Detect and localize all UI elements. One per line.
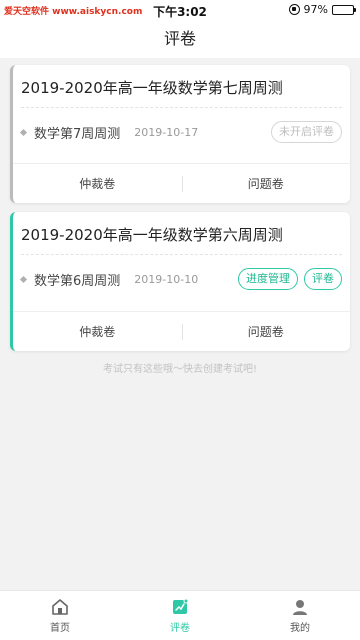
tab-mine[interactable]: 我的 xyxy=(240,591,360,640)
diamond-bullet-icon xyxy=(19,128,28,136)
exam-name: 数学第7周周测 xyxy=(34,126,121,142)
exam-date: 2019-10-17 xyxy=(134,125,199,139)
user-icon xyxy=(293,599,307,615)
problem-paper-link[interactable]: 问题卷 xyxy=(181,164,351,203)
tab-home[interactable]: 首页 xyxy=(0,591,120,640)
exam-row: 数学第6周周测 2019-10-10 进度管理 评卷 xyxy=(19,264,342,294)
progress-management-button[interactable]: 进度管理 xyxy=(238,268,298,290)
exam-title: 2019-2020年高一年级数学第七周周测 xyxy=(21,79,283,97)
status-bar: 爱天空软件 www.aiskycn.com 下午3:02 97% xyxy=(0,0,360,20)
grade-button[interactable]: 评卷 xyxy=(304,268,342,290)
status-right: 97% xyxy=(288,3,356,16)
page-title: 评卷 xyxy=(163,29,196,48)
card-footer: 仲裁卷 问题卷 xyxy=(13,163,350,203)
diamond-bullet-icon xyxy=(19,275,28,283)
problem-paper-link[interactable]: 问题卷 xyxy=(181,312,351,351)
tab-label: 我的 xyxy=(290,622,310,634)
exam-list: 2019-2020年高一年级数学第七周周测 数学第7周周测 2019-10-17… xyxy=(0,58,360,590)
tab-bar: 首页 评卷 我的 xyxy=(0,590,360,640)
battery-icon xyxy=(332,4,356,15)
tab-label: 首页 xyxy=(50,622,70,634)
arbitration-paper-link[interactable]: 仲裁卷 xyxy=(13,312,182,351)
exam-row: 数学第7周周测 2019-10-17 未开启评卷 xyxy=(19,117,342,147)
exam-card[interactable]: 2019-2020年高一年级数学第七周周测 数学第7周周测 2019-10-17… xyxy=(10,65,350,203)
exam-name: 数学第6周周测 xyxy=(34,273,121,289)
not-started-button[interactable]: 未开启评卷 xyxy=(271,121,342,143)
exam-card[interactable]: 2019-2020年高一年级数学第六周周测 数学第6周周测 2019-10-10… xyxy=(10,212,350,351)
nav-bar: 评卷 xyxy=(0,20,360,58)
grade-icon xyxy=(173,598,189,614)
divider xyxy=(21,254,342,255)
empty-hint: 考试只有这些哦～快去创建考试吧! xyxy=(102,364,257,375)
battery-percent: 97% xyxy=(303,3,328,16)
exam-date: 2019-10-10 xyxy=(134,272,199,286)
rotation-lock-icon xyxy=(288,4,300,15)
divider xyxy=(21,107,342,108)
home-icon xyxy=(52,598,68,615)
exam-title: 2019-2020年高一年级数学第六周周测 xyxy=(21,226,283,244)
tab-grading[interactable]: 评卷 xyxy=(120,591,240,640)
card-footer: 仲裁卷 问题卷 xyxy=(13,311,350,351)
tab-label: 评卷 xyxy=(170,622,190,634)
arbitration-paper-link[interactable]: 仲裁卷 xyxy=(13,164,182,203)
